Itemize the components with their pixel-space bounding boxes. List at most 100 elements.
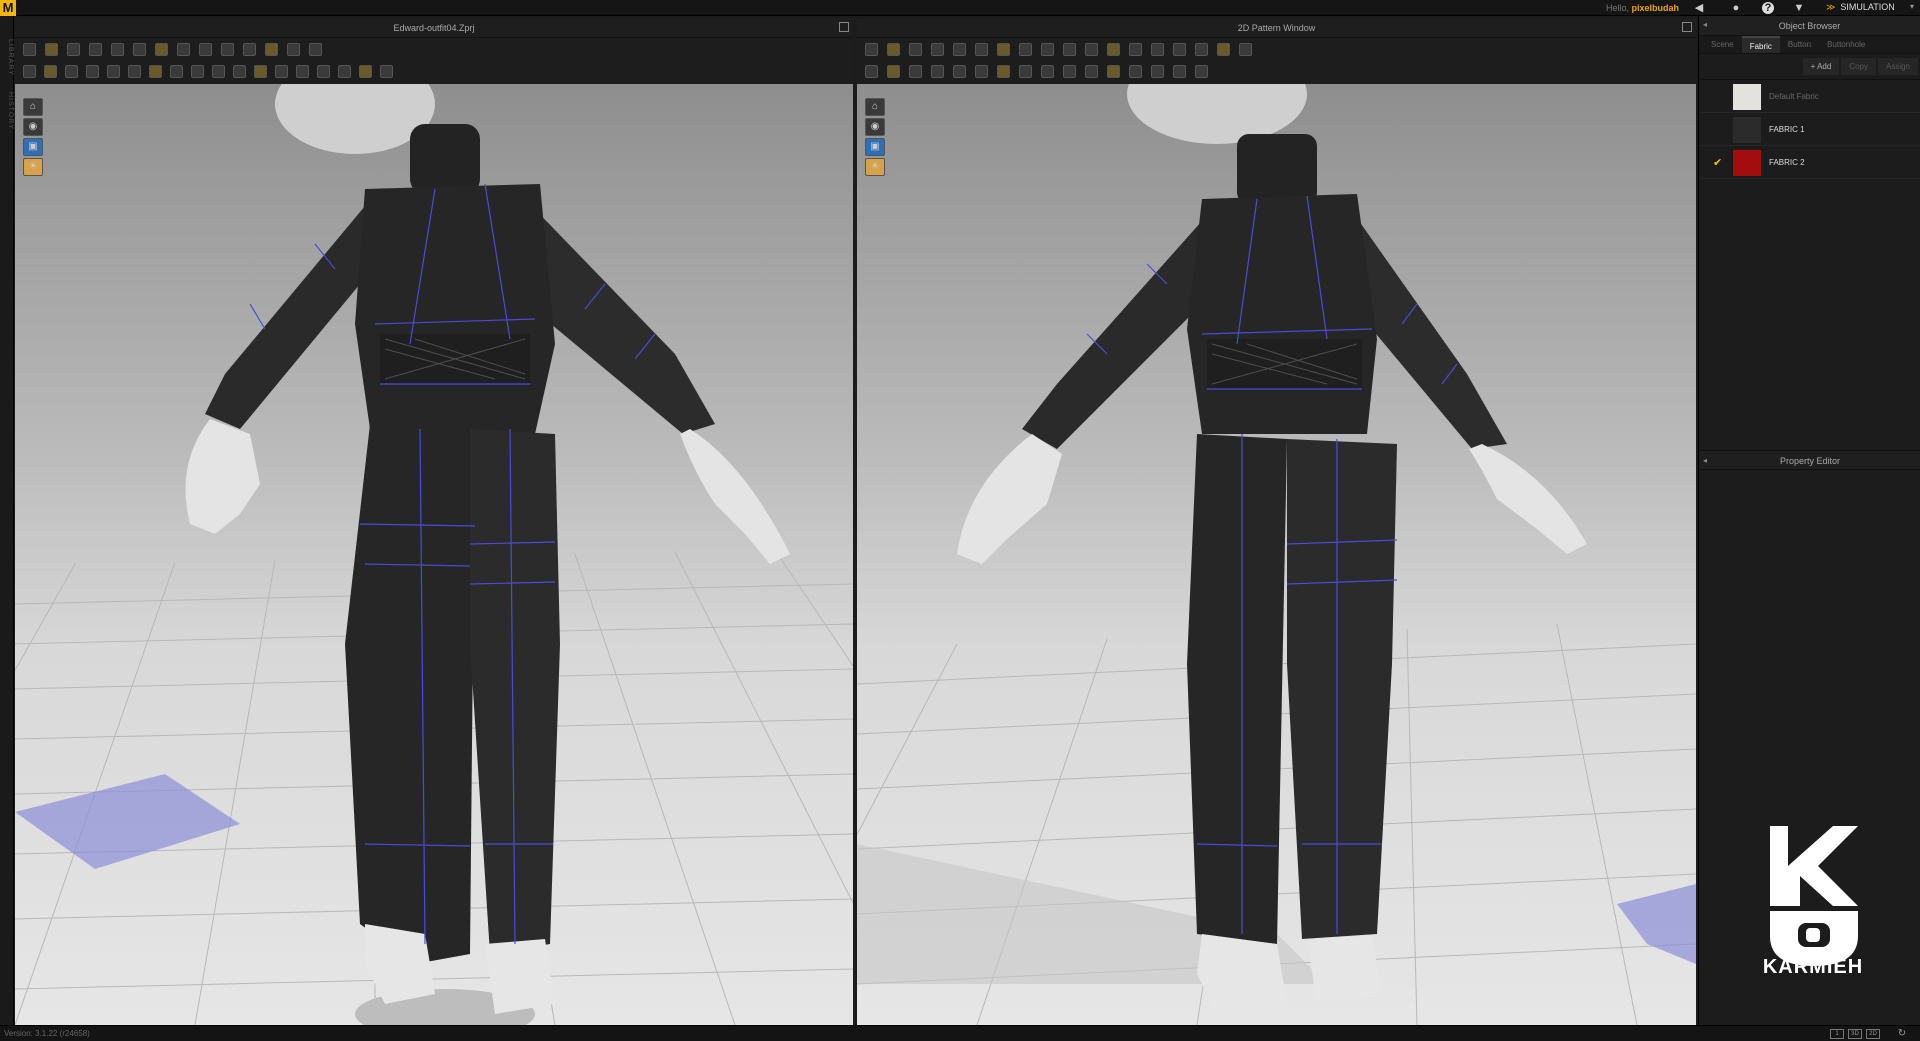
toolbar-tool-icon[interactable]	[1063, 43, 1076, 56]
toolbar-tool-icon[interactable]	[997, 43, 1010, 56]
toolbar-tool-icon[interactable]	[975, 65, 988, 78]
toolbar-tool-icon[interactable]	[1173, 65, 1186, 78]
view-visibility-icon[interactable]: ◉	[865, 118, 885, 136]
toolbar-tool-icon[interactable]	[233, 65, 246, 78]
toolbar-tool-icon[interactable]	[287, 43, 300, 56]
toolbar-tool-icon[interactable]	[1239, 43, 1252, 56]
tab-scene[interactable]: Scene	[1703, 36, 1742, 53]
toolbar-tool-icon[interactable]	[265, 43, 278, 56]
toolbar-tool-icon[interactable]	[309, 43, 322, 56]
toolbar-tool-icon[interactable]	[199, 43, 212, 56]
toolbar-tool-icon[interactable]	[1041, 43, 1054, 56]
copy-fabric-button[interactable]: Copy	[1841, 58, 1876, 75]
toolbar-tool-icon[interactable]	[909, 65, 922, 78]
toolbar-tool-icon[interactable]	[1063, 65, 1076, 78]
fabric-item-1[interactable]: FABRIC 1	[1699, 113, 1920, 146]
2d-viewport[interactable]: ⌂ ◉ ▣ ☀	[857, 84, 1696, 1025]
toolbar-tool-icon[interactable]	[44, 65, 57, 78]
app-logo[interactable]: M	[0, 0, 16, 16]
toolbar-tool-icon[interactable]	[953, 43, 966, 56]
3d-viewport[interactable]: ⌂ ◉ ▣ ☀	[15, 84, 853, 1025]
toolbar-tool-icon[interactable]	[887, 65, 900, 78]
toolbar-tool-icon[interactable]	[931, 65, 944, 78]
toolbar-tool-icon[interactable]	[1019, 43, 1032, 56]
toolbar-tool-icon[interactable]	[212, 65, 225, 78]
dropdown-arrow-icon[interactable]: ▾	[1910, 2, 1914, 11]
simulation-button[interactable]: ≫ SIMULATION	[1826, 2, 1895, 13]
view-light-icon[interactable]: ☀	[865, 158, 885, 176]
toolbar-tool-icon[interactable]	[133, 43, 146, 56]
view-visibility-icon[interactable]: ◉	[23, 118, 43, 136]
toolbar-tool-icon[interactable]	[23, 43, 36, 56]
view-light-icon[interactable]: ☀	[23, 158, 43, 176]
toolbar-tool-icon[interactable]	[1041, 65, 1054, 78]
cloth-icon[interactable]: ▼	[1793, 2, 1805, 14]
toolbar-tool-icon[interactable]	[170, 65, 183, 78]
toolbar-tool-icon[interactable]	[865, 43, 878, 56]
toolbar-tool-icon[interactable]	[45, 43, 58, 56]
toolbar-tool-icon[interactable]	[23, 65, 36, 78]
toolbar-tool-icon[interactable]	[1195, 43, 1208, 56]
view-camera-icon[interactable]: ⌂	[23, 98, 43, 116]
toolbar-tool-icon[interactable]	[953, 65, 966, 78]
history-tab[interactable]: HISTORY	[0, 86, 14, 136]
toolbar-tool-icon[interactable]	[338, 65, 351, 78]
toolbar-tool-icon[interactable]	[1107, 43, 1120, 56]
toolbar-tool-icon[interactable]	[975, 43, 988, 56]
toolbar-tool-icon[interactable]	[254, 65, 267, 78]
toolbar-tool-icon[interactable]	[1195, 65, 1208, 78]
maximize-icon[interactable]	[1682, 22, 1692, 32]
toolbar-tool-icon[interactable]	[359, 65, 372, 78]
toolbar-tool-icon[interactable]	[221, 43, 234, 56]
view-single-button[interactable]: 1	[1830, 1029, 1844, 1039]
toolbar-tool-icon[interactable]	[155, 43, 168, 56]
toolbar-tool-icon[interactable]	[909, 43, 922, 56]
toolbar-tool-icon[interactable]	[1151, 65, 1164, 78]
view-display-icon[interactable]: ▣	[23, 138, 43, 156]
toolbar-tool-icon[interactable]	[128, 65, 141, 78]
help-icon[interactable]: ?	[1762, 2, 1774, 14]
add-fabric-button[interactable]: + Add	[1802, 58, 1840, 75]
toolbar-tool-icon[interactable]	[865, 65, 878, 78]
toolbar-tool-icon[interactable]	[107, 65, 120, 78]
speaker-icon[interactable]: ◀	[1693, 2, 1705, 14]
fabric-item-2[interactable]: ✔ FABRIC 2	[1699, 146, 1920, 179]
toolbar-tool-icon[interactable]	[177, 43, 190, 56]
fabric-item-default[interactable]: Default Fabric	[1699, 80, 1920, 113]
toolbar-tool-icon[interactable]	[275, 65, 288, 78]
view-2d-button[interactable]: 2D	[1866, 1029, 1880, 1039]
toolbar-tool-icon[interactable]	[86, 65, 99, 78]
toolbar-tool-icon[interactable]	[65, 65, 78, 78]
toolbar-tool-icon[interactable]	[1085, 65, 1098, 78]
tab-buttonhole[interactable]: Buttonhole	[1819, 36, 1873, 53]
toolbar-tool-icon[interactable]	[89, 43, 102, 56]
toolbar-tool-icon[interactable]	[1151, 43, 1164, 56]
assign-fabric-button[interactable]: Assign	[1877, 58, 1918, 75]
refresh-icon[interactable]: ↻	[1895, 1029, 1909, 1039]
toolbar-tool-icon[interactable]	[317, 65, 330, 78]
toolbar-tool-icon[interactable]	[1217, 43, 1230, 56]
toolbar-tool-icon[interactable]	[931, 43, 944, 56]
toolbar-tool-icon[interactable]	[149, 65, 162, 78]
tab-button[interactable]: Button	[1780, 36, 1819, 53]
view-display-icon[interactable]: ▣	[865, 138, 885, 156]
view-3d-button[interactable]: 3D	[1848, 1029, 1862, 1039]
toolbar-tool-icon[interactable]	[1129, 65, 1142, 78]
toolbar-tool-icon[interactable]	[1107, 65, 1120, 78]
toolbar-tool-icon[interactable]	[191, 65, 204, 78]
toolbar-tool-icon[interactable]	[243, 43, 256, 56]
toolbar-tool-icon[interactable]	[997, 65, 1010, 78]
toolbar-tool-icon[interactable]	[1085, 43, 1098, 56]
toolbar-tool-icon[interactable]	[1019, 65, 1032, 78]
toolbar-tool-icon[interactable]	[1173, 43, 1186, 56]
toolbar-tool-icon[interactable]	[296, 65, 309, 78]
toolbar-tool-icon[interactable]	[380, 65, 393, 78]
username-link[interactable]: pixelbudah	[1632, 3, 1680, 13]
toolbar-tool-icon[interactable]	[67, 43, 80, 56]
toolbar-tool-icon[interactable]	[887, 43, 900, 56]
maximize-icon[interactable]	[839, 22, 849, 32]
tab-fabric[interactable]: Fabric	[1741, 36, 1780, 53]
view-camera-icon[interactable]: ⌂	[865, 98, 885, 116]
toolbar-tool-icon[interactable]	[1129, 43, 1142, 56]
library-tab[interactable]: LIBRARY	[0, 32, 14, 82]
